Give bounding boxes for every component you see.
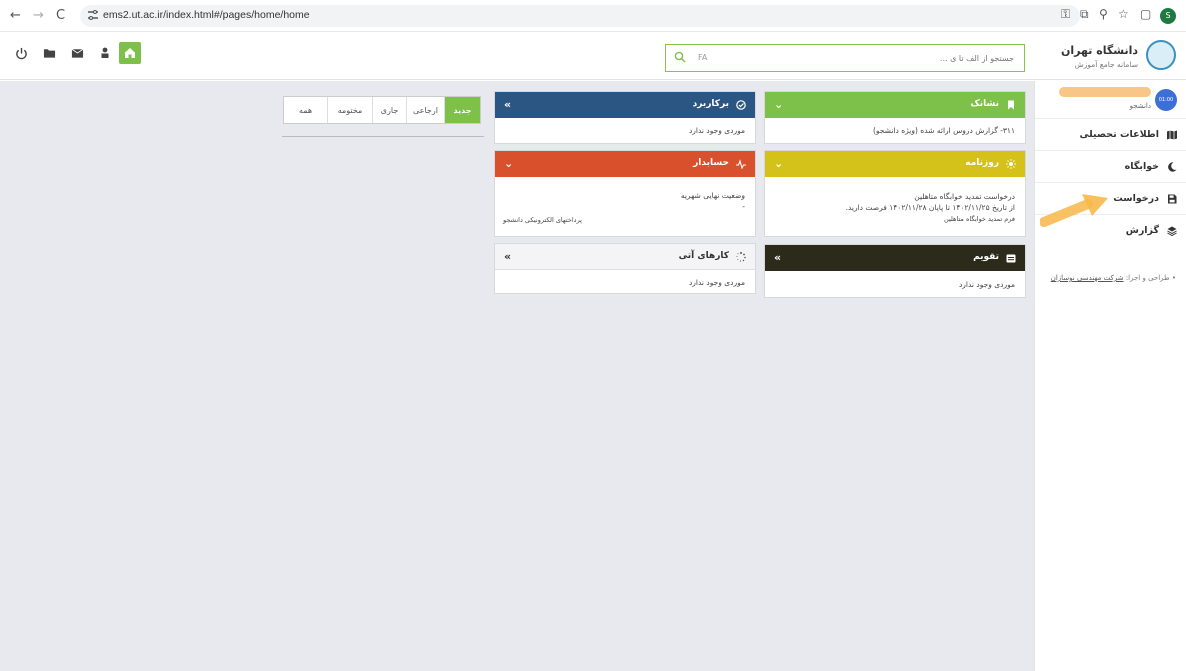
sidebar: 01:00 دانشجو اطلاعات تحصیلی خوابگاه درخو… <box>1034 81 1186 671</box>
expand-toggle-icon[interactable]: « <box>774 251 781 264</box>
widget-note-link[interactable]: فرم تمدید خوابگاه متاهلین <box>944 215 1015 223</box>
widget-header: تقویم « <box>765 245 1025 271</box>
back-icon[interactable]: ← <box>10 8 21 23</box>
translate-icon[interactable]: ⧉ <box>1080 7 1089 22</box>
forward-icon[interactable]: → <box>33 8 44 23</box>
widget-title: تقویم <box>973 252 999 262</box>
browser-toolbar: ← → C ems2.ut.ac.ir/index.html#/pages/ho… <box>0 0 1186 32</box>
power-icon <box>15 47 27 59</box>
reload-icon[interactable]: C <box>56 8 65 23</box>
folder-button[interactable] <box>38 42 60 64</box>
widget-title: کارهای آتی <box>678 251 729 261</box>
expand-toggle-icon[interactable]: « <box>504 98 511 111</box>
avatar[interactable]: 01:00 <box>1155 89 1177 111</box>
brand: دانشگاه تهران سامانه جامع آموزش <box>1036 36 1176 78</box>
zoom-icon[interactable]: ⚲ <box>1099 7 1108 21</box>
tab-referred[interactable]: ارجاعی <box>406 97 444 123</box>
system-subtitle: سامانه جامع آموزش <box>1074 60 1138 69</box>
bookmarks-widget: نشانک ⌄ ۳۱۱- گزارش دروس ارائه شده (ویژه … <box>764 91 1026 144</box>
folder-icon <box>43 49 55 58</box>
user-role: دانشجو <box>1129 102 1151 110</box>
request-tabs: جدید ارجاعی جاری مختومه همه <box>283 96 481 124</box>
widget-line: موردی وجود ندارد <box>688 126 745 135</box>
widget-header: حسابدار ⌄ <box>495 151 755 177</box>
sidebar-item-label: خوابگاه <box>1124 161 1159 172</box>
widget-line[interactable]: ۳۱۱- گزارش دروس ارائه شده (ویژه دانشجو) <box>873 126 1015 135</box>
home-button[interactable] <box>119 42 141 64</box>
frequently-used-widget: برکاربرد « موردی وجود ندارد <box>494 91 756 144</box>
sidebar-item-academic-info[interactable]: اطلاعات تحصیلی <box>1035 119 1186 151</box>
tab-new[interactable]: جدید <box>444 97 480 123</box>
credit-line: • طراحی و اجرا: شرکت مهندسی نوسازان <box>1051 274 1176 282</box>
site-settings-icon[interactable] <box>87 9 99 21</box>
collapse-toggle-icon[interactable]: ⌄ <box>774 157 783 170</box>
university-logo <box>1146 40 1176 70</box>
inbox-icon <box>71 48 83 58</box>
user-icon <box>101 47 109 58</box>
widget-title: حسابدار <box>693 158 729 168</box>
sidebar-item-dormitory[interactable]: خوابگاه <box>1035 151 1186 183</box>
profile-avatar[interactable]: S <box>1160 8 1176 24</box>
sidebar-item-label: گزارش <box>1125 225 1159 236</box>
widget-note-link[interactable]: پرداختهای الکترونیکی دانشجو <box>503 216 582 224</box>
annotation-arrow-icon <box>1040 194 1108 227</box>
credit-prefix: طراحی و اجرا: <box>1125 274 1170 282</box>
bookmark-icon <box>1008 100 1014 110</box>
search-box[interactable]: FA <box>665 44 1025 72</box>
tab-current[interactable]: جاری <box>372 97 406 123</box>
tab-all[interactable]: همه <box>284 97 327 123</box>
widget-title: روزنامه <box>965 158 999 168</box>
redacted-user-name <box>1059 87 1151 97</box>
widget-line: موردی وجود ندارد <box>688 278 745 287</box>
widget-title: نشانک <box>970 99 999 109</box>
sidebar-item-label: درخواست <box>1113 193 1159 204</box>
sidebar-item-label: اطلاعات تحصیلی <box>1079 129 1159 140</box>
credit-link[interactable]: شرکت مهندسی نوسازان <box>1051 274 1124 282</box>
widget-header: نشانک ⌄ <box>765 92 1025 118</box>
widget-header: روزنامه ⌄ <box>765 151 1025 177</box>
user-profile-button[interactable] <box>94 42 116 64</box>
divider <box>282 136 484 137</box>
inbox-button[interactable] <box>66 42 88 64</box>
calendar-icon <box>1006 254 1016 263</box>
widget-line[interactable]: وضعیت نهایی شهریه <box>681 191 745 200</box>
sun-icon <box>1006 159 1016 169</box>
accounting-widget: حسابدار ⌄ وضعیت نهایی شهریه - پرداختهای … <box>494 150 756 237</box>
url-text: ems2.ut.ac.ir/index.html#/pages/home/hom… <box>103 9 310 21</box>
map-icon <box>1167 130 1177 140</box>
power-button[interactable] <box>10 42 32 64</box>
home-icon <box>125 48 135 58</box>
tab-closed[interactable]: مختومه <box>327 97 372 123</box>
password-key-icon[interactable]: ⚿ <box>1061 7 1070 22</box>
widget-line: - <box>742 202 745 211</box>
spinner-icon <box>736 252 746 262</box>
bookmark-star-icon[interactable]: ☆ <box>1118 7 1129 21</box>
widget-header: کارهای آتی « <box>495 244 755 270</box>
bullet-icon: • <box>1171 274 1176 282</box>
pulse-icon <box>736 159 746 169</box>
widget-line: از تاریخ ۱۴۰۲/۱۱/۲۵ تا پایان ۱۴۰۲/۱۱/۲۸ … <box>845 203 1015 212</box>
widget-line: درخواست تمدید خوابگاه متاهلین <box>914 192 1015 201</box>
layers-icon <box>1167 226 1177 236</box>
widget-line: موردی وجود ندارد <box>958 280 1015 289</box>
collapse-toggle-icon[interactable]: ⌄ <box>774 98 783 111</box>
university-name: دانشگاه تهران <box>1061 44 1138 57</box>
check-circle-icon <box>736 100 746 110</box>
collapse-toggle-icon[interactable]: ⌄ <box>504 157 513 170</box>
user-card[interactable]: 01:00 دانشجو <box>1035 81 1186 119</box>
upcoming-tasks-widget: کارهای آتی « موردی وجود ندارد <box>494 243 756 294</box>
moon-icon <box>1168 162 1177 172</box>
expand-toggle-icon[interactable]: « <box>504 250 511 263</box>
search-input[interactable] <box>764 51 1014 65</box>
calendar-widget: تقویم « موردی وجود ندارد <box>764 244 1026 298</box>
search-icon[interactable] <box>674 51 686 63</box>
widget-header: برکاربرد « <box>495 92 755 118</box>
save-document-icon <box>1168 194 1177 204</box>
daily-news-widget: روزنامه ⌄ درخواست تمدید خوابگاه متاهلین … <box>764 150 1026 237</box>
search-language[interactable]: FA <box>698 53 707 62</box>
sidepanel-icon[interactable]: ▢ <box>1140 7 1151 21</box>
widget-title: برکاربرد <box>692 99 729 109</box>
address-bar[interactable]: ems2.ut.ac.ir/index.html#/pages/home/hom… <box>80 5 1080 27</box>
